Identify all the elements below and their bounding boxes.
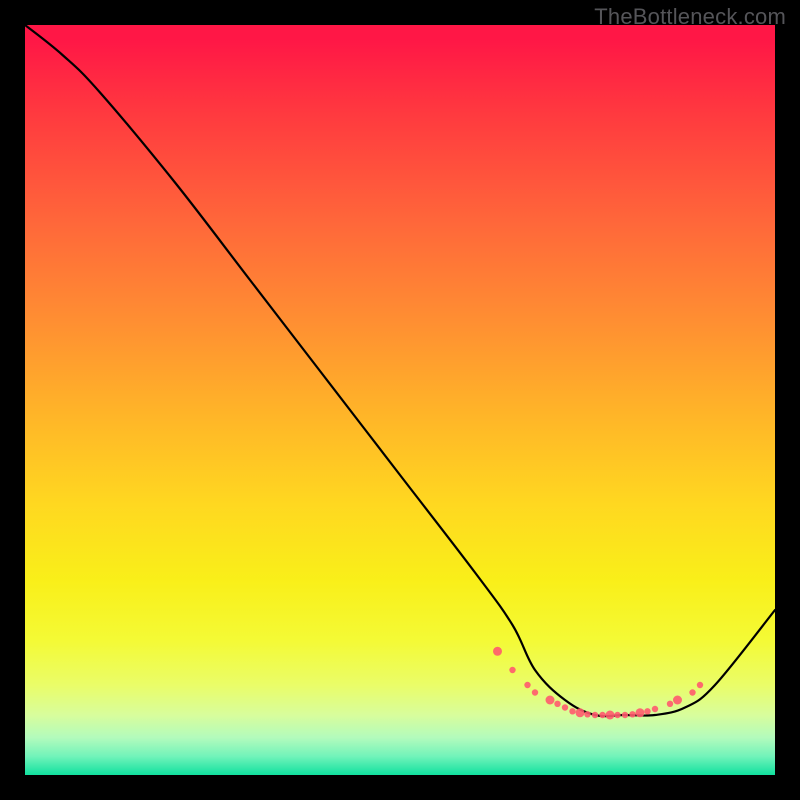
marker-dot [576, 708, 585, 717]
plot-area [25, 25, 775, 775]
marker-dot [569, 708, 575, 714]
marker-dot [493, 647, 502, 656]
marker-dot [667, 701, 673, 707]
marker-dot [636, 708, 645, 717]
marker-dot [697, 682, 703, 688]
curve-line [25, 25, 775, 716]
marker-dot [592, 712, 598, 718]
marker-dot [644, 708, 650, 714]
marker-dot [652, 706, 658, 712]
marker-dot [614, 712, 620, 718]
marker-dot [584, 711, 590, 717]
marker-dot [509, 667, 515, 673]
marker-dot [622, 712, 628, 718]
marker-dot [546, 696, 555, 705]
marker-dot [689, 689, 695, 695]
marker-dot [599, 712, 605, 718]
watermark-text: TheBottleneck.com [594, 4, 786, 30]
chart-svg [25, 25, 775, 775]
marker-dots [493, 647, 703, 720]
marker-dot [554, 701, 560, 707]
marker-dot [629, 711, 635, 717]
chart-frame: TheBottleneck.com [0, 0, 800, 800]
marker-dot [524, 682, 530, 688]
marker-dot [562, 704, 568, 710]
marker-dot [673, 696, 682, 705]
marker-dot [606, 711, 615, 720]
marker-dot [532, 689, 538, 695]
